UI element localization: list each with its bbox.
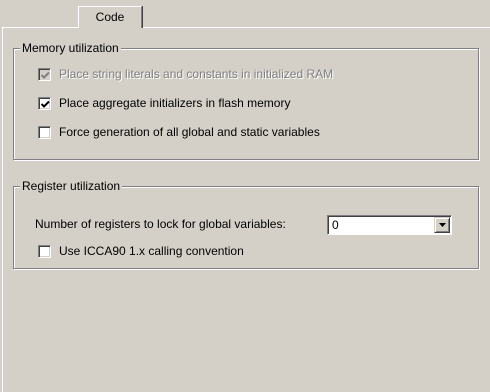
registers-lock-select[interactable]: 0 (327, 215, 452, 235)
tab-code-label: Code (95, 10, 125, 24)
calling-convention-checkbox[interactable] (38, 244, 51, 258)
register-utilization-title: Register utilization (20, 179, 123, 193)
string-literals-checkbox[interactable] (38, 67, 51, 81)
dropdown-arrow-icon (439, 223, 446, 227)
string-literals-option: Place string literals and constants in i… (38, 66, 333, 82)
aggregate-initializers-checkbox[interactable] (38, 96, 51, 110)
register-utilization-group: Register utilization Number of registers… (13, 179, 479, 269)
registers-lock-dropdown-button[interactable] (434, 217, 450, 233)
check-icon (41, 71, 50, 79)
force-generation-option: Force generation of all global and stati… (38, 124, 320, 140)
force-generation-checkbox[interactable] (38, 125, 51, 139)
tab-code[interactable]: Code (78, 6, 142, 28)
registers-lock-label: Number of registers to lock for global v… (35, 217, 286, 231)
aggregate-initializers-label: Place aggregate initializers in flash me… (59, 96, 291, 110)
calling-convention-option: Use ICCA90 1.x calling convention (38, 243, 244, 259)
calling-convention-label: Use ICCA90 1.x calling convention (59, 244, 244, 258)
registers-lock-row: Number of registers to lock for global v… (35, 216, 286, 232)
force-generation-label: Force generation of all global and stati… (59, 125, 320, 139)
registers-lock-value: 0 (332, 218, 339, 232)
code-tab-panel: Memory utilization Place string literals… (2, 27, 490, 392)
string-literals-label: Place string literals and constants in i… (59, 67, 334, 81)
memory-utilization-group: Memory utilization Place string literals… (13, 41, 479, 160)
check-icon (41, 100, 50, 108)
memory-utilization-title: Memory utilization (20, 41, 121, 55)
aggregate-initializers-option: Place aggregate initializers in flash me… (38, 95, 290, 111)
